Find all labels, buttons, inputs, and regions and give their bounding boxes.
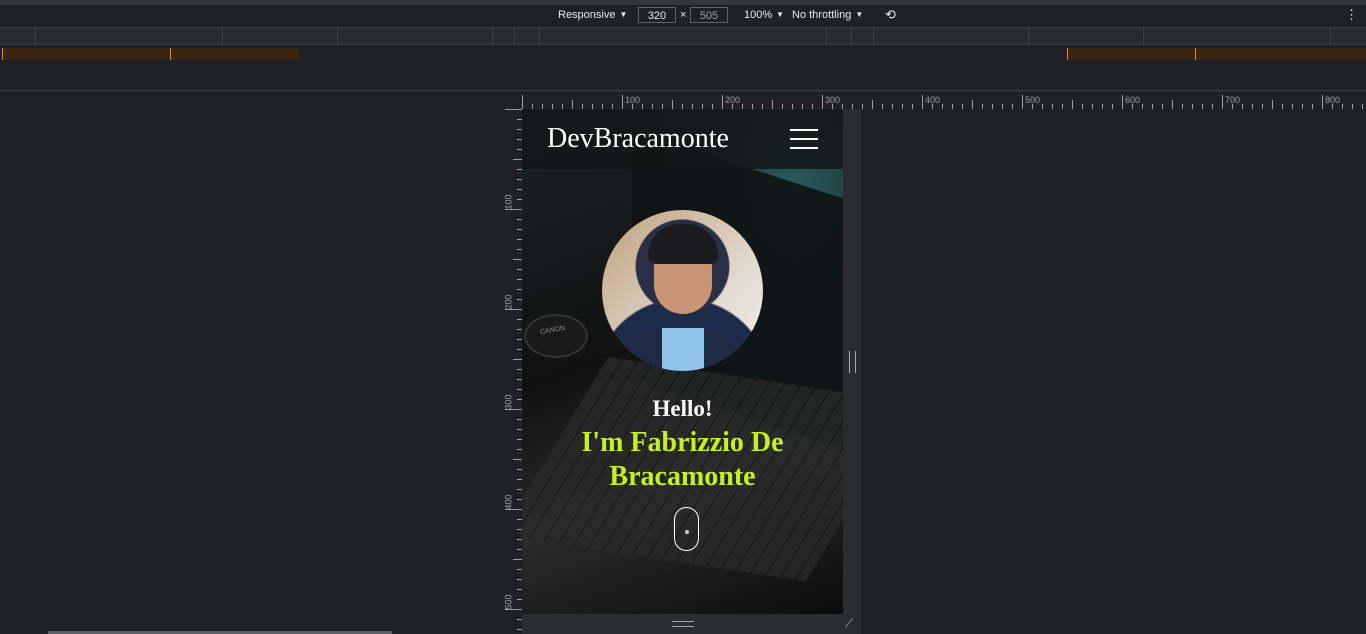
toolbar-divider bbox=[0, 90, 1366, 91]
zoom-select[interactable]: 100% ▼ bbox=[744, 9, 784, 21]
media-query-range[interactable] bbox=[170, 48, 299, 60]
more-options-icon[interactable]: ⋮ bbox=[1345, 7, 1358, 23]
device-viewport: CANON DevBracamonte Hello! I'm Fabrizzio… bbox=[522, 109, 843, 614]
media-query-range[interactable] bbox=[2, 48, 171, 60]
ruler-label: 100 bbox=[625, 95, 641, 105]
media-query-range[interactable] bbox=[1195, 48, 1366, 60]
ruler-label: 300 bbox=[505, 394, 514, 410]
camera-lens-image bbox=[524, 314, 588, 358]
intro-name: I'm Fabrizzio De Bracamonte bbox=[581, 427, 784, 492]
ruler-label: 700 bbox=[1225, 95, 1241, 105]
ruler-ticks bbox=[505, 109, 522, 630]
ruler-label: 200 bbox=[505, 294, 514, 310]
ruler-label: 500 bbox=[1025, 95, 1041, 105]
throttling-label: No throttling bbox=[792, 9, 852, 21]
resize-grip-icon[interactable] bbox=[849, 351, 856, 373]
device-toolbar: Responsive ▼ 320 × 505 100% ▼ No throttlin… bbox=[0, 5, 1366, 28]
device-select[interactable]: Responsive ▼ bbox=[558, 9, 627, 21]
resize-corner-icon[interactable]: ⟋ bbox=[845, 616, 853, 631]
hamburger-menu-icon[interactable] bbox=[790, 129, 818, 149]
throttling-select[interactable]: No throttling ▼ bbox=[792, 9, 863, 21]
ruler-label: 300 bbox=[825, 95, 841, 105]
ruler-label: 400 bbox=[925, 95, 941, 105]
site-header: DevBracamonte bbox=[522, 109, 843, 169]
ruler-label: 800 bbox=[1325, 95, 1341, 105]
ruler-vertical: 100 200 300 400 500 bbox=[505, 109, 522, 634]
chevron-down-icon: ▼ bbox=[855, 10, 864, 19]
device-label: Responsive bbox=[558, 9, 616, 21]
greeting-text: Hello! bbox=[652, 396, 713, 421]
height-input[interactable]: 505 bbox=[690, 7, 728, 23]
rotate-icon[interactable]: ⟲ bbox=[885, 7, 896, 23]
resize-grip-icon[interactable] bbox=[672, 621, 694, 627]
ruler-label: 100 bbox=[505, 194, 514, 210]
scroll-down-icon[interactable] bbox=[674, 507, 699, 551]
media-query-bar-max-width[interactable] bbox=[0, 28, 1366, 45]
ruler-horizontal: 100 200 300 400 500 600 700 800 bbox=[522, 95, 1366, 109]
site-logo[interactable]: DevBracamonte bbox=[547, 123, 729, 155]
width-input[interactable]: 320 bbox=[638, 7, 676, 23]
zoom-label: 100% bbox=[744, 9, 773, 21]
chevron-down-icon: ▼ bbox=[619, 10, 628, 19]
ruler-label: 200 bbox=[725, 95, 741, 105]
ruler-label: 600 bbox=[1125, 95, 1141, 105]
ruler-label: 500 bbox=[505, 594, 514, 610]
chevron-down-icon: ▼ bbox=[776, 10, 785, 19]
profile-avatar bbox=[602, 210, 763, 371]
ruler-label: 400 bbox=[505, 494, 514, 510]
dimension-separator: × bbox=[680, 9, 687, 21]
media-query-range[interactable] bbox=[1067, 48, 1196, 60]
media-query-bar-min-width[interactable] bbox=[0, 46, 1366, 60]
